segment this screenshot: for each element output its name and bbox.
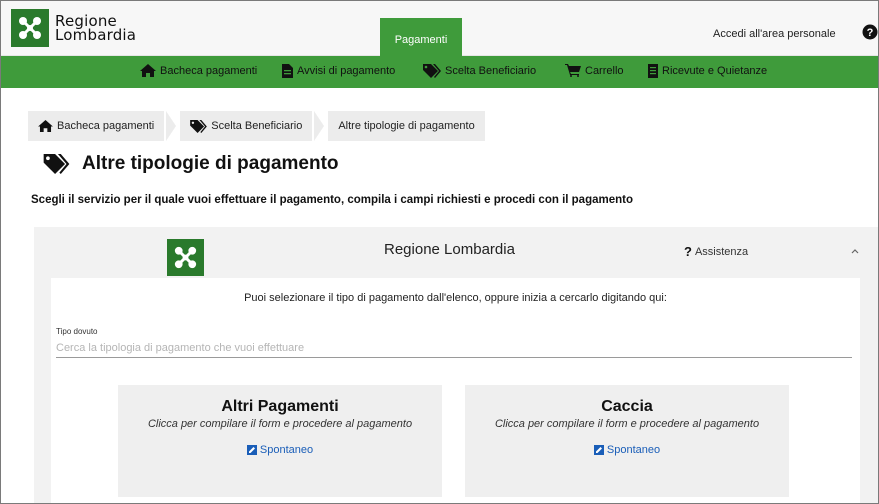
breadcrumb-label: Scelta Beneficiario: [211, 120, 303, 132]
tags-icon: [423, 64, 441, 78]
spontaneo-link[interactable]: Spontaneo: [246, 444, 314, 456]
breadcrumb-item-bacheca[interactable]: Bacheca pagamenti: [28, 111, 165, 141]
spontaneo-label: Spontaneo: [259, 444, 314, 456]
panel-body: Puoi selezionare il tipo di pagamento da…: [51, 278, 860, 503]
question-icon: ?: [684, 244, 692, 259]
rosa-camuna-logo-icon: [167, 239, 204, 276]
app-frame: Regione Lombardia Pagamenti Accedi all'a…: [0, 0, 879, 504]
nav-item-ricevute[interactable]: Ricevute e Quietanze: [648, 64, 767, 78]
help-icon[interactable]: ?: [862, 24, 878, 40]
nav-item-bacheca[interactable]: Bacheca pagamenti: [140, 64, 257, 77]
tab-pagamenti[interactable]: Pagamenti: [380, 18, 462, 56]
nav-item-avvisi[interactable]: Avvisi di pagamento: [282, 64, 395, 78]
nav-item-label: Bacheca pagamenti: [160, 64, 258, 77]
home-icon: [140, 64, 156, 77]
edit-icon: [593, 445, 604, 455]
page-title: Altre tipologie di pagamento: [43, 153, 339, 175]
beneficiary-panel: Regione Lombardia ? Assistenza Puoi sele…: [34, 227, 878, 503]
tipo-dovuto-search-input[interactable]: [56, 338, 852, 358]
panel-title: Regione Lombardia: [384, 241, 515, 258]
breadcrumb-item-current: Altre tipologie di pagamento: [328, 111, 485, 141]
regione-lombardia-logo[interactable]: Regione Lombardia: [11, 9, 136, 47]
nav-item-label: Ricevute e Quietanze: [662, 65, 768, 77]
breadcrumb-item-scelta-beneficiario[interactable]: Scelta Beneficiario: [180, 111, 313, 141]
tipo-dovuto-label: Tipo dovuto: [56, 327, 98, 336]
chevron-up-icon[interactable]: [849, 245, 861, 257]
card-title: Caccia: [601, 398, 653, 415]
top-header: Regione Lombardia Pagamenti Accedi all'a…: [1, 1, 878, 56]
main-nav: Bacheca pagamenti Avvisi di pagamento Sc…: [1, 56, 878, 88]
logo-text: Regione Lombardia: [55, 14, 137, 44]
assistance-link[interactable]: ? Assistenza: [684, 244, 748, 259]
breadcrumb-label: Altre tipologie di pagamento: [338, 120, 475, 132]
cart-icon: [565, 64, 581, 77]
tags-icon: [43, 154, 70, 174]
spontaneo-label: Spontaneo: [606, 444, 661, 456]
card-title: Altri Pagamenti: [221, 398, 339, 415]
page-title-text: Altre tipologie di pagamento: [82, 153, 339, 174]
document-icon: [282, 64, 293, 78]
breadcrumb-separator: [166, 111, 177, 141]
edit-icon: [246, 445, 257, 455]
receipt-icon: [648, 64, 658, 78]
payment-card-caccia[interactable]: Caccia Clicca per compilare il form e pr…: [465, 385, 789, 497]
breadcrumb: Bacheca pagamenti Scelta Beneficiario Al…: [28, 111, 487, 141]
tags-icon: [190, 119, 208, 133]
spontaneo-link[interactable]: Spontaneo: [593, 444, 661, 456]
page-subtitle: Scegli il servizio per il quale vuoi eff…: [31, 194, 633, 206]
payment-card-altri-pagamenti[interactable]: Altri Pagamenti Clicca per compilare il …: [118, 385, 442, 497]
svg-text:?: ?: [867, 27, 874, 39]
nav-item-label: Avvisi di pagamento: [297, 65, 396, 77]
breadcrumb-separator: [314, 111, 325, 141]
breadcrumb-label: Bacheca pagamenti: [57, 120, 155, 132]
logo-line-2: Lombardia: [55, 26, 137, 44]
nav-item-scelta-beneficiario[interactable]: Scelta Beneficiario: [423, 64, 536, 78]
assistance-label: Assistenza: [694, 245, 749, 258]
nav-item-label: Scelta Beneficiario: [445, 65, 537, 77]
home-icon: [38, 120, 53, 132]
login-link[interactable]: Accedi all'area personale: [713, 28, 836, 40]
card-description: Clicca per compilare il form e procedere…: [494, 418, 760, 430]
card-description: Clicca per compilare il form e procedere…: [147, 418, 413, 430]
rosa-camuna-logo-icon: [11, 9, 49, 47]
search-hint: Puoi selezionare il tipo di pagamento da…: [244, 292, 667, 304]
nav-item-carrello[interactable]: Carrello: [565, 64, 624, 77]
nav-item-label: Carrello: [585, 64, 624, 77]
